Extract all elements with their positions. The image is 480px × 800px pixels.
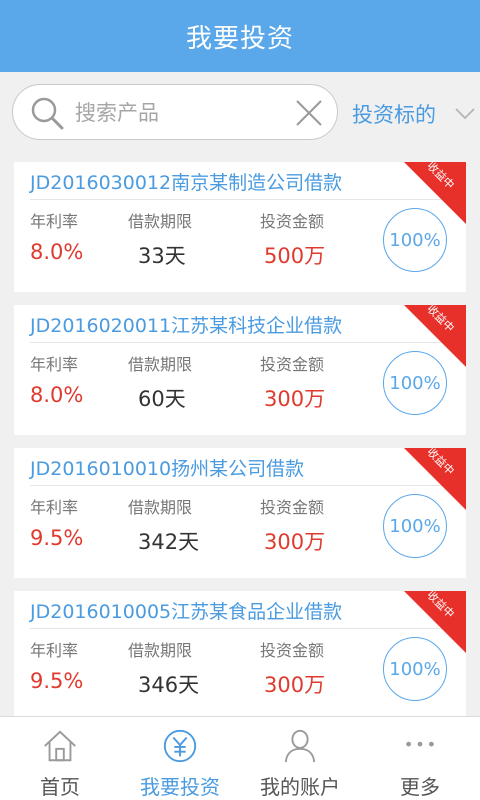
progress-circle: 100% [383,208,447,272]
period-label: 借款期限 [128,212,193,231]
search-box[interactable] [12,84,338,140]
tab-label: 更多 [400,775,440,799]
progress-circle: 100% [383,494,447,558]
more-icon [406,741,434,747]
amount-value: 300万 [264,387,326,411]
divider [30,199,450,200]
user-icon [284,729,316,763]
tab-label: 我要投资 [140,775,220,799]
period-label: 借款期限 [128,498,193,517]
period-value: 346天 [138,673,200,697]
amount-label: 投资金额 [260,498,325,517]
amount-label: 投资金额 [260,641,325,660]
progress-circle: 100% [383,351,447,415]
search-icon [31,97,64,130]
product-title: JD2016010010扬州某公司借款 [30,458,305,480]
rate-label: 年利率 [30,212,79,231]
progress-value: 100% [389,515,441,537]
amount-value: 300万 [264,530,326,554]
amount-label: 投资金额 [260,355,325,374]
tab-more[interactable]: 更多 [360,717,480,800]
filter-label: 投资标的 [352,103,436,127]
period-value: 342天 [138,530,200,554]
period-label: 借款期限 [128,641,193,660]
rate-value: 9.5% [30,669,84,693]
rate-label: 年利率 [30,498,79,517]
rate-label: 年利率 [30,355,79,374]
filter-dropdown[interactable]: 投资标的 [352,96,476,132]
period-value: 33天 [138,244,186,268]
tab-account[interactable]: 我的账户 [240,717,360,800]
clear-icon[interactable] [293,97,325,129]
tab-invest[interactable]: 我要投资 [120,717,240,800]
product-card[interactable]: JD2016030012南京某制造公司借款 收益中 年利率 借款期限 投资金额 … [14,162,466,292]
home-icon [44,730,76,762]
progress-circle: 100% [383,637,447,701]
amount-value: 500万 [264,244,326,268]
progress-value: 100% [389,229,441,251]
product-title: JD2016020011江苏某科技企业借款 [30,315,343,337]
rate-value: 9.5% [30,526,84,550]
divider [30,342,450,343]
rate-value: 8.0% [30,383,84,407]
amount-label: 投资金额 [260,212,325,231]
product-title: JD2016030012南京某制造公司借款 [30,172,343,194]
search-input[interactable] [73,95,287,131]
tab-home[interactable]: 首页 [0,717,120,800]
period-value: 60天 [138,387,186,411]
product-title: JD2016010005江苏某食品企业借款 [30,601,343,623]
tab-label: 我的账户 [260,775,340,799]
rate-value: 8.0% [30,240,84,264]
amount-value: 300万 [264,673,326,697]
progress-value: 100% [389,372,441,394]
period-label: 借款期限 [128,355,193,374]
tab-label: 首页 [40,775,80,799]
divider [30,485,450,486]
rate-label: 年利率 [30,641,79,660]
yuan-icon [163,729,197,763]
top-bar: 我要投资 [0,0,480,72]
chevron-down-icon [455,108,475,120]
progress-value: 100% [389,658,441,680]
bottom-tab-bar: 首页 我要投资 我的账户 更多 [0,716,480,800]
product-card[interactable]: JD2016010010扬州某公司借款 收益中 年利率 借款期限 投资金额 9.… [14,448,466,578]
page-title: 我要投资 [185,23,294,54]
product-card[interactable]: JD2016010005江苏某食品企业借款 收益中 年利率 借款期限 投资金额 … [14,591,466,721]
divider [30,628,450,629]
search-row: 投资标的 [0,72,480,156]
product-card[interactable]: JD2016020011江苏某科技企业借款 收益中 年利率 借款期限 投资金额 … [14,305,466,435]
